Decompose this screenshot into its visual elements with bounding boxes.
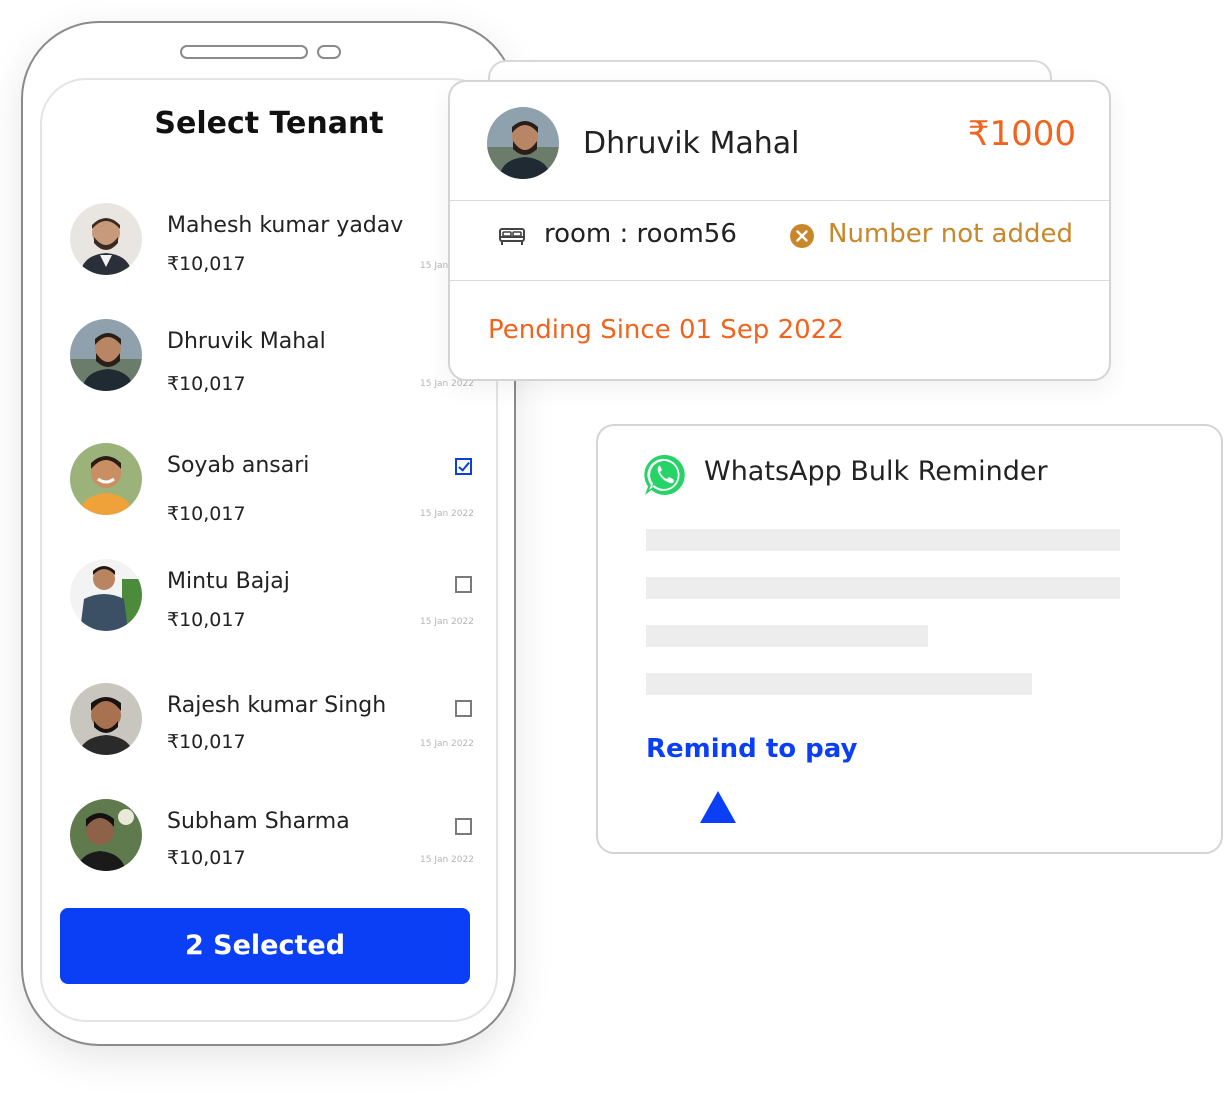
tenant-date: 15 Jan 2022 xyxy=(420,739,474,749)
tenant-amount: ₹10,017 xyxy=(167,373,246,395)
tenant-name: Dhruvik Mahal xyxy=(167,329,326,354)
tenant-amount: ₹10,017 xyxy=(167,847,246,869)
tenant-checkbox[interactable] xyxy=(455,818,472,835)
tenant-date: 15 Jan 2022 xyxy=(420,855,474,865)
tenant-item[interactable]: Soyab ansari ₹10,017 15 Jan 2022 xyxy=(70,443,480,525)
placeholder-line xyxy=(646,673,1032,695)
room-label: room : room56 xyxy=(544,219,737,249)
avatar xyxy=(70,559,142,631)
whatsapp-card-title: WhatsApp Bulk Reminder xyxy=(704,456,1048,487)
tenant-item[interactable]: Dhruvik Mahal ₹10,017 15 Jan 2022 xyxy=(70,319,480,399)
tenant-amount: ₹10,017 xyxy=(167,731,246,753)
due-amount: ₹1000 xyxy=(967,114,1076,154)
tenant-detail-card[interactable]: Dhruvik Mahal ₹1000 room : room56 Number… xyxy=(448,80,1111,381)
placeholder-line xyxy=(646,577,1120,599)
whatsapp-reminder-card: WhatsApp Bulk Reminder Remind to pay xyxy=(596,424,1223,854)
avatar xyxy=(70,799,142,871)
phone-frame: Select Tenant Mahesh kumar yadav ₹10,017… xyxy=(21,21,516,1046)
tenant-date: 15 Jan xyxy=(420,261,449,271)
avatar xyxy=(487,107,559,179)
tenant-name: Dhruvik Mahal xyxy=(583,126,800,161)
tenant-item[interactable]: Rajesh kumar Singh ₹10,017 15 Jan 2022 xyxy=(70,683,480,763)
tenant-name: Rajesh kumar Singh xyxy=(167,693,387,718)
divider xyxy=(450,200,1109,201)
select-tenant-screen: Select Tenant Mahesh kumar yadav ₹10,017… xyxy=(40,78,498,1022)
avatar xyxy=(70,443,142,515)
remind-to-pay-link[interactable]: Remind to pay xyxy=(646,734,857,764)
placeholder-line xyxy=(646,529,1120,551)
avatar xyxy=(70,683,142,755)
tenant-checkbox-checked[interactable] xyxy=(455,458,472,475)
tenant-amount: ₹10,017 xyxy=(167,253,246,275)
divider xyxy=(450,280,1109,281)
avatar xyxy=(70,203,142,275)
tenant-date: 15 Jan 2022 xyxy=(420,617,474,627)
tenant-amount: ₹10,017 xyxy=(167,609,246,631)
phone-camera xyxy=(317,45,341,59)
close-circle-icon xyxy=(790,224,814,248)
tenant-item[interactable]: Mintu Bajaj ₹10,017 15 Jan 2022 xyxy=(70,559,480,639)
number-status: Number not added xyxy=(828,219,1073,249)
tenant-name: Subham Sharma xyxy=(167,809,350,834)
tenant-item[interactable]: Mahesh kumar yadav ₹10,017 15 Jan xyxy=(70,203,480,283)
tenant-checkbox[interactable] xyxy=(455,576,472,593)
tenant-name: Mahesh kumar yadav xyxy=(167,213,404,238)
pointer-triangle-icon xyxy=(700,791,736,823)
tenant-item[interactable]: Subham Sharma ₹10,017 15 Jan 2022 xyxy=(70,799,480,879)
screen-title: Select Tenant xyxy=(154,106,384,141)
avatar xyxy=(70,319,142,391)
selected-count-button[interactable]: 2 Selected xyxy=(60,908,470,984)
whatsapp-icon xyxy=(644,454,685,495)
bed-icon xyxy=(499,228,525,245)
phone-speaker xyxy=(180,45,308,59)
tenant-name: Soyab ansari xyxy=(167,453,310,478)
tenant-name: Mintu Bajaj xyxy=(167,569,290,594)
placeholder-line xyxy=(646,625,928,647)
pending-since: Pending Since 01 Sep 2022 xyxy=(488,315,844,345)
tenant-checkbox[interactable] xyxy=(455,700,472,717)
tenant-date: 15 Jan 2022 xyxy=(420,509,474,519)
tenant-amount: ₹10,017 xyxy=(167,503,246,525)
